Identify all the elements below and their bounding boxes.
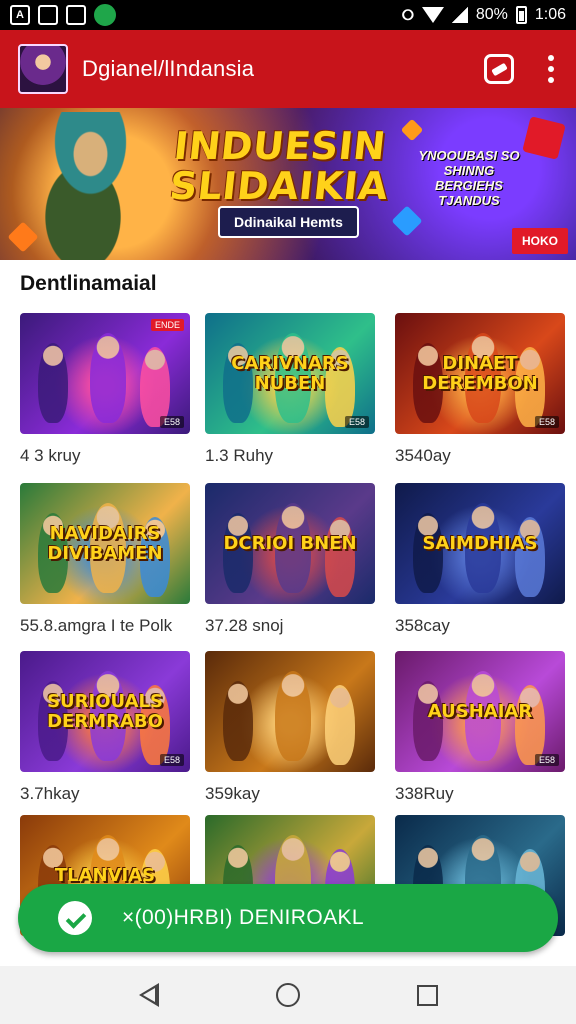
game-thumbnail-title: DINAET DEREMBON — [422, 352, 538, 394]
banner-title-line1: INDUESIN — [171, 124, 389, 168]
game-thumbnail-title: CARIVNARS NUBEN — [231, 352, 349, 394]
game-card[interactable]: NAVIDAIRS DIVIBAMEN 55.8.amgra I te Polk — [20, 483, 190, 636]
recent-apps-icon[interactable] — [416, 984, 438, 1006]
game-thumbnail-title: DCRIOI BNEN — [223, 532, 357, 554]
status-right: ⭘ 80% 1:06 — [402, 5, 566, 25]
character-figure — [325, 517, 355, 597]
game-thumbnail[interactable]: CARIVNARS NUBEN E58 — [205, 313, 375, 434]
share-icon[interactable] — [484, 54, 514, 84]
game-thumbnail[interactable]: E58 ENDE — [20, 313, 190, 434]
app-logo[interactable] — [18, 44, 68, 94]
notification-message-icon — [94, 4, 116, 26]
game-caption: 37.28 snoj — [205, 616, 284, 635]
game-caption: 3.7hkay — [20, 784, 80, 803]
download-button-label: ×(00)HRBI) DENIROAKL — [122, 906, 364, 929]
banner-title-line2: SLIDAIKIA — [167, 164, 391, 208]
battery-percent: 80% — [475, 6, 508, 23]
character-figure — [223, 681, 253, 761]
game-caption: 55.8.amgra I te Polk — [20, 616, 173, 635]
game-card[interactable]: SURIOUALS DERMRABO E58 3.7hkay — [20, 651, 190, 804]
battery-icon — [515, 6, 527, 24]
character-figure — [325, 685, 355, 765]
game-caption: 4 3 kruy — [20, 446, 81, 465]
game-caption: 3540ay — [395, 446, 451, 465]
wifi-icon — [421, 7, 444, 23]
rating-badge: E58 — [534, 416, 559, 428]
game-card[interactable]: AUSHAIAR E58 338Ruy — [395, 651, 565, 804]
app-title: Dgianel/lIndansia — [82, 56, 255, 81]
character-figure — [38, 343, 68, 423]
game-thumbnail-title: SURIOUALS DERMRABO — [47, 690, 163, 732]
game-caption: 338Ruy — [395, 784, 454, 803]
gem-icon — [400, 118, 424, 142]
banner-side-text: YNOOUBASI SO SHINNG BERGIEHS TJANDUS — [418, 148, 520, 208]
status-left-icons: A — [10, 4, 116, 26]
game-thumbnail-title: SAIMDHIAS — [422, 532, 538, 554]
game-card[interactable]: E58 ENDE 4 3 kruy — [20, 313, 190, 466]
clock: 1:06 — [534, 6, 566, 23]
section-title: Dentlinamaial — [20, 272, 157, 295]
game-thumbnail[interactable]: NAVIDAIRS DIVIBAMEN — [20, 483, 190, 604]
notification-app-icon: A — [10, 5, 30, 25]
character-figure — [90, 333, 126, 423]
game-caption: 359kay — [205, 784, 260, 803]
game-card[interactable]: DCRIOI BNEN 37.28 snoj — [205, 483, 375, 636]
banner-subtitle: Ddinaikal Hemts — [218, 206, 359, 238]
character-figure — [515, 685, 545, 765]
notification-download-icon — [66, 5, 86, 25]
game-card[interactable]: DINAET DEREMBON E58 3540ay — [395, 313, 565, 466]
app-bar: Dgianel/lIndansia — [0, 30, 576, 108]
more-vert-icon[interactable] — [544, 51, 558, 87]
banner-title: INDUESIN SLIDAIKIA — [167, 124, 395, 208]
rating-badge: E58 — [159, 416, 184, 428]
rating-badge: E58 — [344, 416, 369, 428]
character-figure — [140, 347, 170, 427]
game-thumbnail[interactable] — [205, 651, 375, 772]
game-thumbnail[interactable]: AUSHAIAR E58 — [395, 651, 565, 772]
screen: A ⭘ 80% 1:06 Dgianel/lIndansia INDUESIN — [0, 0, 576, 1024]
notification-image-icon — [38, 5, 58, 25]
new-badge: ENDE — [150, 319, 184, 331]
back-icon[interactable] — [138, 983, 159, 1007]
gem-icon — [391, 205, 423, 237]
game-card[interactable]: 359kay — [205, 651, 375, 804]
game-thumbnail[interactable]: SURIOUALS DERMRABO E58 — [20, 651, 190, 772]
game-thumbnail[interactable]: DCRIOI BNEN — [205, 483, 375, 604]
character-figure — [515, 517, 545, 597]
download-button[interactable]: ×(00)HRBI) DENIROAKL — [18, 884, 558, 952]
game-card[interactable]: CARIVNARS NUBEN E58 1.3 Ruhy — [205, 313, 375, 466]
game-thumbnail-title: AUSHAIAR — [427, 700, 533, 722]
status-bar: A ⭘ 80% 1:06 — [0, 0, 576, 30]
game-thumbnail-title: NAVIDAIRS DIVIBAMEN — [47, 522, 163, 564]
promo-banner[interactable]: INDUESIN SLIDAIKIA Ddinaikal Hemts YNOOU… — [0, 108, 576, 260]
character-figure — [275, 671, 311, 761]
game-caption: 358cay — [395, 616, 450, 635]
rating-badge: E58 — [159, 754, 184, 766]
signal-icon — [451, 7, 468, 23]
game-thumbnail[interactable]: DINAET DEREMBON E58 — [395, 313, 565, 434]
home-icon[interactable] — [275, 983, 300, 1007]
game-caption: 1.3 Ruhy — [205, 446, 274, 465]
rating-badge: E58 — [534, 754, 559, 766]
banner-deco-shape — [522, 116, 566, 160]
vibrate-icon: ⭘ — [401, 6, 414, 24]
chat-icon — [58, 901, 92, 935]
app-bar-actions — [484, 51, 558, 87]
system-nav-bar — [0, 966, 576, 1024]
banner-tag[interactable]: HOKO — [512, 228, 568, 254]
game-card[interactable]: SAIMDHIAS 358cay — [395, 483, 565, 636]
game-thumbnail-title: TLANVIAS — [54, 864, 156, 886]
game-thumbnail[interactable]: SAIMDHIAS — [395, 483, 565, 604]
